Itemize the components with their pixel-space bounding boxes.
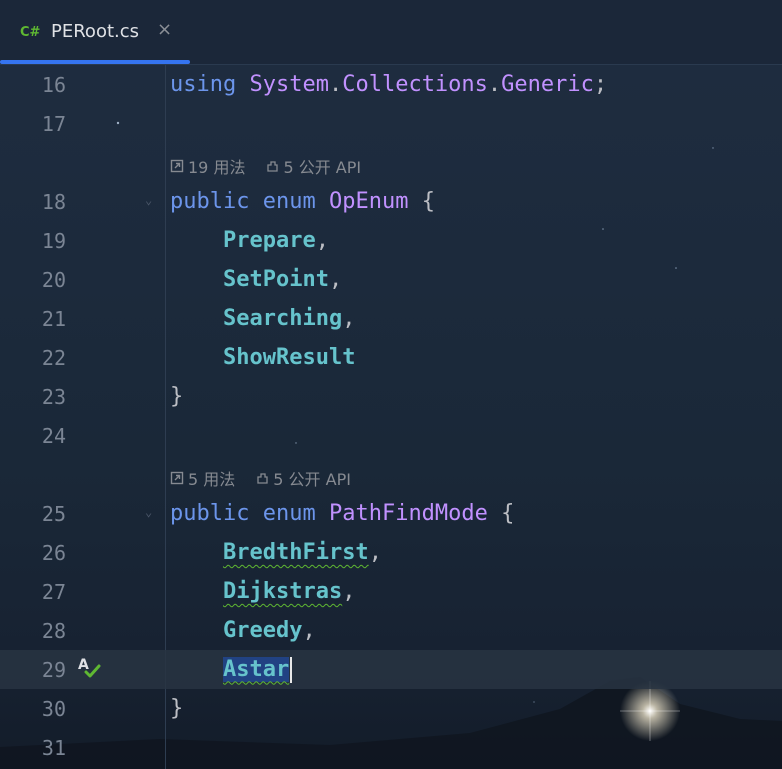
typo-member: Dijkstras xyxy=(222,579,343,604)
usages-hint[interactable]: 19 用法 xyxy=(170,154,245,178)
code-text: Searching, xyxy=(222,306,356,331)
code-text: public enum PathFindMode { xyxy=(170,501,515,526)
tab-title: PERoot.cs xyxy=(51,21,140,42)
line-number: 29 xyxy=(41,657,66,682)
fold-icon[interactable]: ⌄ xyxy=(145,505,152,519)
typo-member: BredthFirst xyxy=(222,540,369,565)
code-text: Greedy, xyxy=(222,618,316,643)
line-number: 25 xyxy=(41,501,66,526)
tab-peroot[interactable]: C# PERoot.cs × xyxy=(0,0,190,64)
code-text: Astar xyxy=(170,656,293,683)
code-line-23[interactable]: 23 } xyxy=(0,377,782,416)
code-vision-hint: 5 用法 5 公开 API xyxy=(170,466,365,490)
code-text: } xyxy=(170,384,184,409)
code-vision-hint: 19 用法 5 公开 API xyxy=(170,154,375,178)
code-line-27[interactable]: 27 Dijkstras, xyxy=(0,572,782,611)
api-icon xyxy=(267,161,279,172)
public-api-hint[interactable]: 5 公开 API xyxy=(255,466,351,490)
line-number: 24 xyxy=(41,423,66,448)
line-number: 20 xyxy=(41,267,66,292)
line-number: 26 xyxy=(41,540,66,565)
code-line-20[interactable]: 20 SetPoint, xyxy=(0,260,782,299)
usages-hint[interactable]: 5 用法 xyxy=(170,466,235,490)
code-text: using System.Collections.Generic; xyxy=(170,72,608,97)
code-line-25[interactable]: 25 ⌄ public enum PathFindMode { xyxy=(0,494,782,533)
code-text: public enum OpEnum { xyxy=(170,189,435,214)
fold-icon[interactable]: ⌄ xyxy=(145,193,152,207)
line-number: 19 xyxy=(41,228,66,253)
code-text: } xyxy=(170,696,184,721)
code-line-31[interactable]: 31 xyxy=(0,728,782,767)
line-number: 16 xyxy=(41,72,66,97)
usages-icon xyxy=(170,471,184,485)
line-number: 17 xyxy=(41,111,66,136)
typo-member: Astar xyxy=(222,656,290,682)
text-caret xyxy=(290,656,293,683)
code-line-21[interactable]: 21 Searching, xyxy=(0,299,782,338)
active-tab-indicator xyxy=(0,60,190,64)
code-line-17[interactable]: 17 xyxy=(0,104,782,143)
line-number: 18 xyxy=(41,189,66,214)
close-icon[interactable]: × xyxy=(157,19,172,40)
code-line-29[interactable]: 29 A Astar xyxy=(0,650,782,689)
code-text: BredthFirst, xyxy=(222,540,382,565)
code-line-19[interactable]: 19 Prepare, xyxy=(0,221,782,260)
usages-icon xyxy=(170,159,184,173)
public-api-hint[interactable]: 5 公开 API xyxy=(265,154,361,178)
code-text: Prepare, xyxy=(222,228,329,253)
code-line-24[interactable]: 24 xyxy=(0,416,782,455)
code-line-30[interactable]: 30 } xyxy=(0,689,782,728)
spellcheck-icon[interactable]: A xyxy=(78,656,104,686)
editor-tab-bar: C# PERoot.cs × xyxy=(0,0,782,65)
code-line-18[interactable]: 18 ⌄ public enum OpEnum { xyxy=(0,182,782,221)
line-number: 31 xyxy=(41,735,66,760)
line-number: 21 xyxy=(41,306,66,331)
line-number: 27 xyxy=(41,579,66,604)
code-text: ShowResult xyxy=(222,345,356,370)
line-number: 28 xyxy=(41,618,66,643)
csharp-file-icon: C# xyxy=(20,25,41,40)
line-number: 30 xyxy=(41,696,66,721)
code-text: Dijkstras, xyxy=(222,579,356,604)
line-number: 23 xyxy=(41,384,66,409)
code-line-28[interactable]: 28 Greedy, xyxy=(0,611,782,650)
line-number: 22 xyxy=(41,345,66,370)
code-line-16[interactable]: 16 using System.Collections.Generic; xyxy=(0,65,782,104)
svg-text:A: A xyxy=(78,657,89,673)
code-line-26[interactable]: 26 BredthFirst, xyxy=(0,533,782,572)
api-icon xyxy=(257,473,268,484)
code-text: SetPoint, xyxy=(222,267,343,292)
code-line-22[interactable]: 22 ShowResult xyxy=(0,338,782,377)
